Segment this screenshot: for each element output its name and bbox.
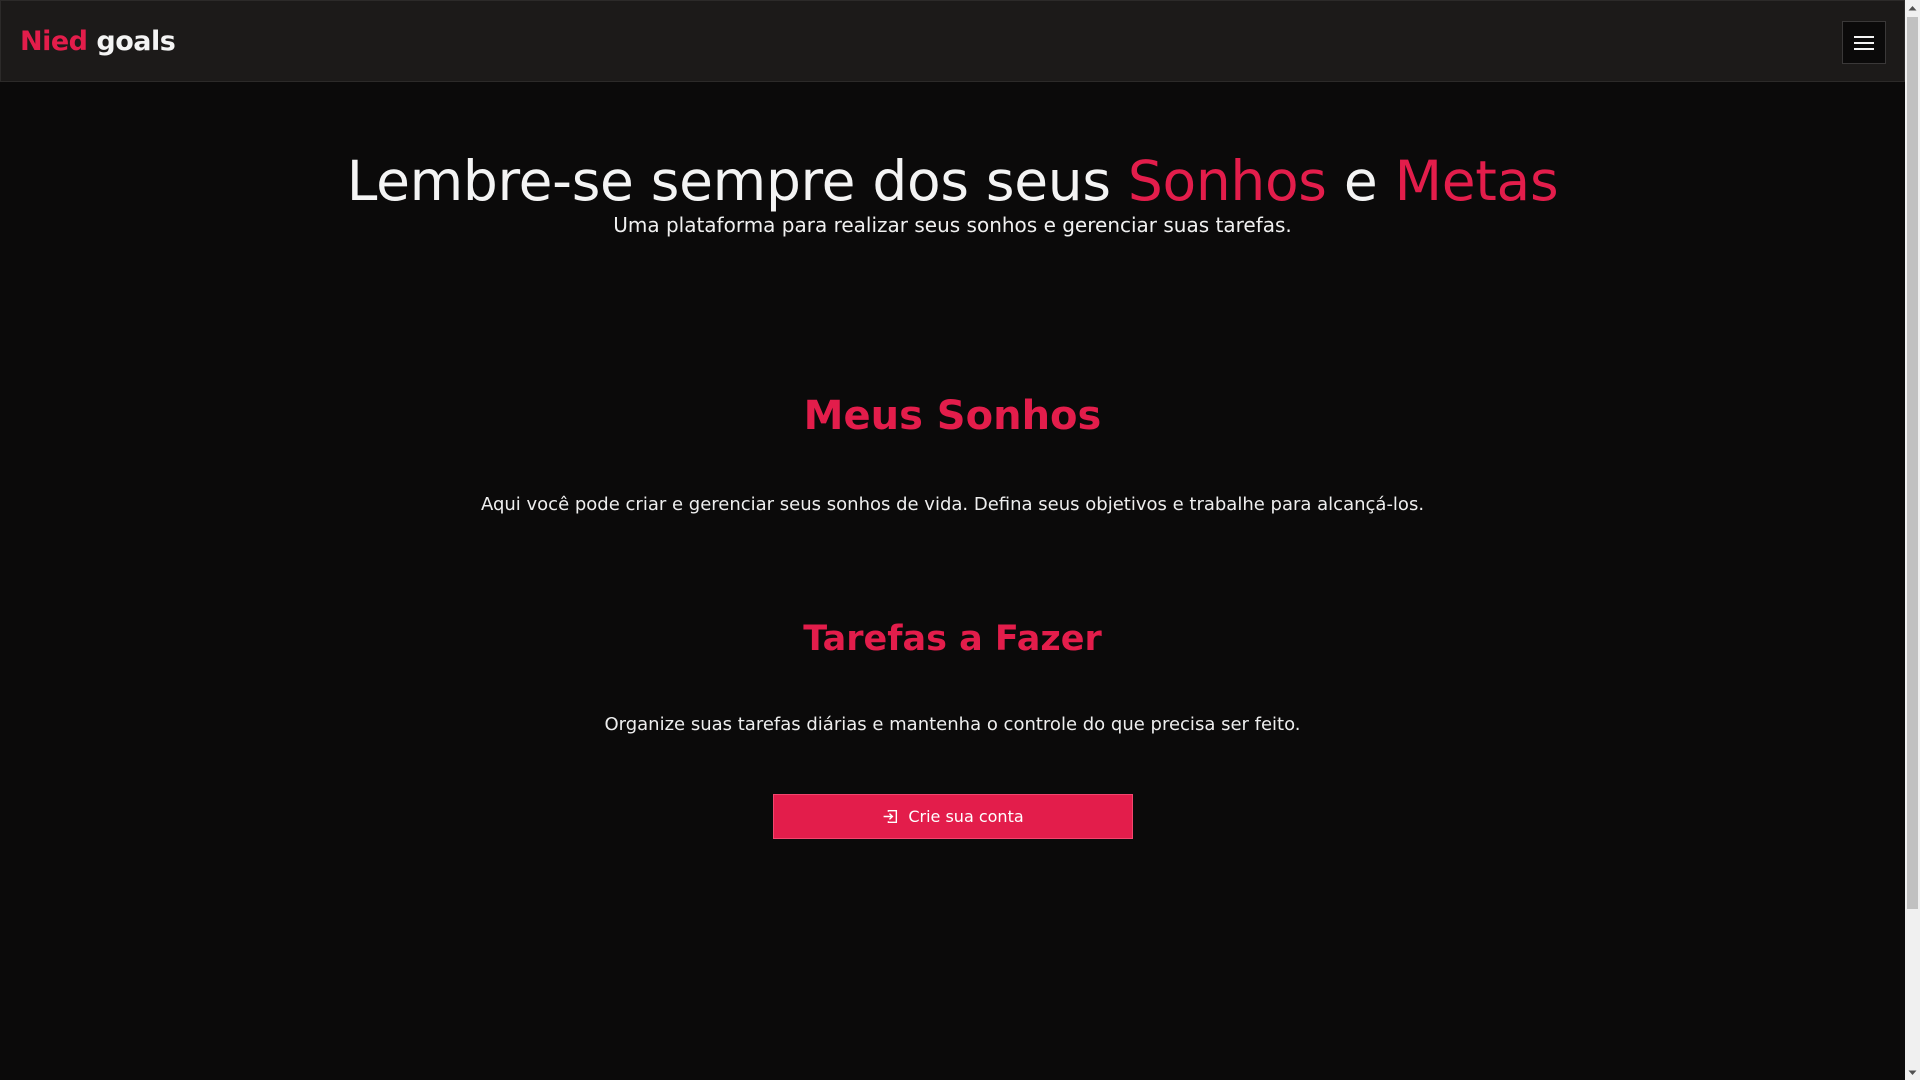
navbar: Nied goals: [0, 0, 1905, 82]
scrollbar-thumb[interactable]: [1907, 17, 1918, 909]
scroll-down-arrow-icon[interactable]: [1905, 1065, 1920, 1080]
section-text-dreams: Aqui você pode criar e gerenciar seus so…: [480, 494, 1425, 515]
page: Nied goals Lembre-se sempre dos seus Son…: [0, 0, 1905, 1080]
brand-logo[interactable]: Nied goals: [20, 23, 176, 61]
vertical-scrollbar[interactable]: [1905, 0, 1920, 1080]
hero-subtitle: Uma plataforma para realizar seus sonhos…: [613, 213, 1292, 237]
brand-rest: goals: [96, 26, 176, 57]
hero-title-accent-metas: Metas: [1394, 149, 1559, 213]
brand-accent: Nied: [20, 26, 88, 57]
section-text-tasks: Organize suas tarefas diárias e mantenha…: [604, 714, 1301, 735]
section-title-dreams: Meus Sonhos: [803, 393, 1102, 439]
sign-in-icon: [883, 809, 898, 824]
hero-title-part1: Lembre-se sempre dos seus: [346, 149, 1128, 213]
hero-title-accent-sonhos: Sonhos: [1127, 149, 1327, 213]
menu-toggle-button[interactable]: [1842, 21, 1886, 64]
hero-title: Lembre-se sempre dos seus Sonhos e Metas: [0, 145, 1905, 217]
create-account-label: Crie sua conta: [908, 807, 1024, 826]
create-account-button[interactable]: Crie sua conta: [773, 794, 1133, 839]
hero-title-part2: e: [1326, 149, 1395, 213]
section-title-tasks: Tarefas a Fazer: [803, 619, 1102, 659]
hamburger-icon: [1854, 35, 1874, 50]
scroll-up-arrow-icon[interactable]: [1905, 0, 1920, 15]
